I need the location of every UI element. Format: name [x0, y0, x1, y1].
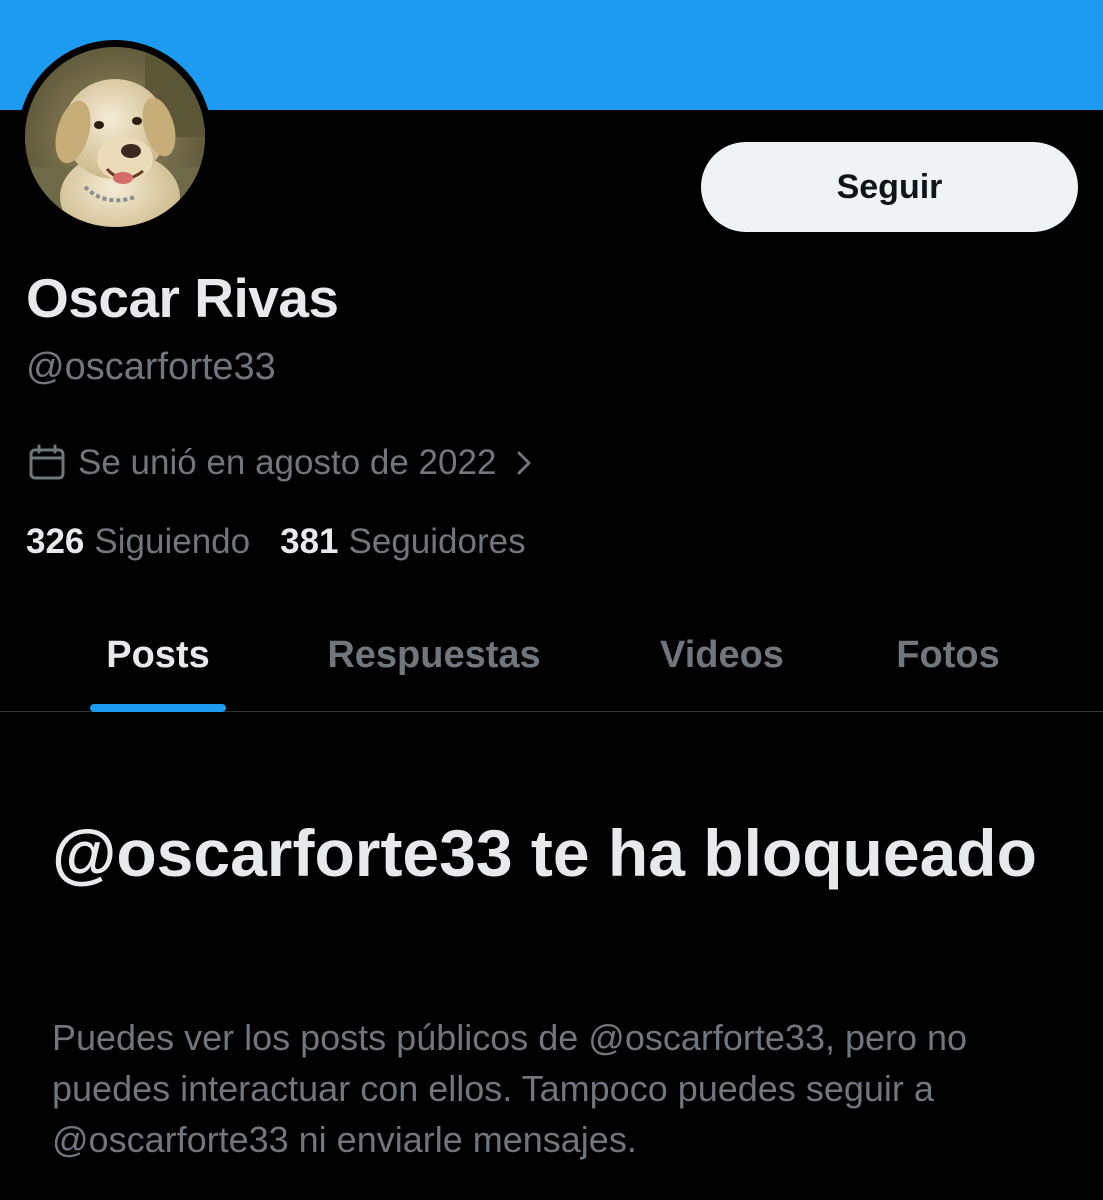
- profile-stats: 326 Siguiendo 381 Seguidores: [26, 522, 556, 562]
- tab-videos-label: Videos: [660, 634, 784, 676]
- following-label: Siguiendo: [94, 522, 251, 561]
- tab-posts-label: Posts: [106, 634, 210, 676]
- profile-handle: @oscarforte33: [26, 346, 276, 388]
- tab-respuestas-label: Respuestas: [327, 634, 541, 676]
- followers-stat[interactable]: 381 Seguidores: [280, 522, 525, 562]
- following-stat[interactable]: 326 Siguiendo: [26, 522, 250, 562]
- follow-button[interactable]: Seguir: [701, 142, 1078, 232]
- profile-tabs: Posts Respuestas Videos Fotos: [0, 600, 1103, 712]
- tab-posts[interactable]: Posts: [90, 600, 226, 712]
- tab-videos[interactable]: Videos: [638, 600, 806, 711]
- profile-page: Seguir Oscar Rivas @oscarforte33 Se unió…: [0, 0, 1103, 1200]
- calendar-icon: [28, 444, 66, 482]
- display-name: Oscar Rivas: [26, 267, 339, 329]
- blocked-description: Puedes ver los posts públicos de @oscarf…: [52, 1017, 968, 1160]
- followers-count: 381: [280, 522, 339, 561]
- joined-text: Se unió en agosto de 2022: [78, 443, 497, 482]
- tab-fotos[interactable]: Fotos: [878, 600, 1018, 711]
- followers-label: Seguidores: [348, 522, 526, 561]
- tab-fotos-label: Fotos: [896, 634, 1000, 676]
- avatar[interactable]: [18, 40, 212, 234]
- joined-date[interactable]: Se unió en agosto de 2022: [28, 440, 536, 486]
- chevron-right-icon: [512, 448, 536, 478]
- avatar-image: [25, 47, 205, 227]
- following-count: 326: [26, 522, 85, 561]
- active-tab-indicator: [90, 704, 226, 712]
- tab-respuestas[interactable]: Respuestas: [300, 600, 568, 711]
- blocked-title: @oscarforte33 te ha bloqueado: [52, 816, 1037, 890]
